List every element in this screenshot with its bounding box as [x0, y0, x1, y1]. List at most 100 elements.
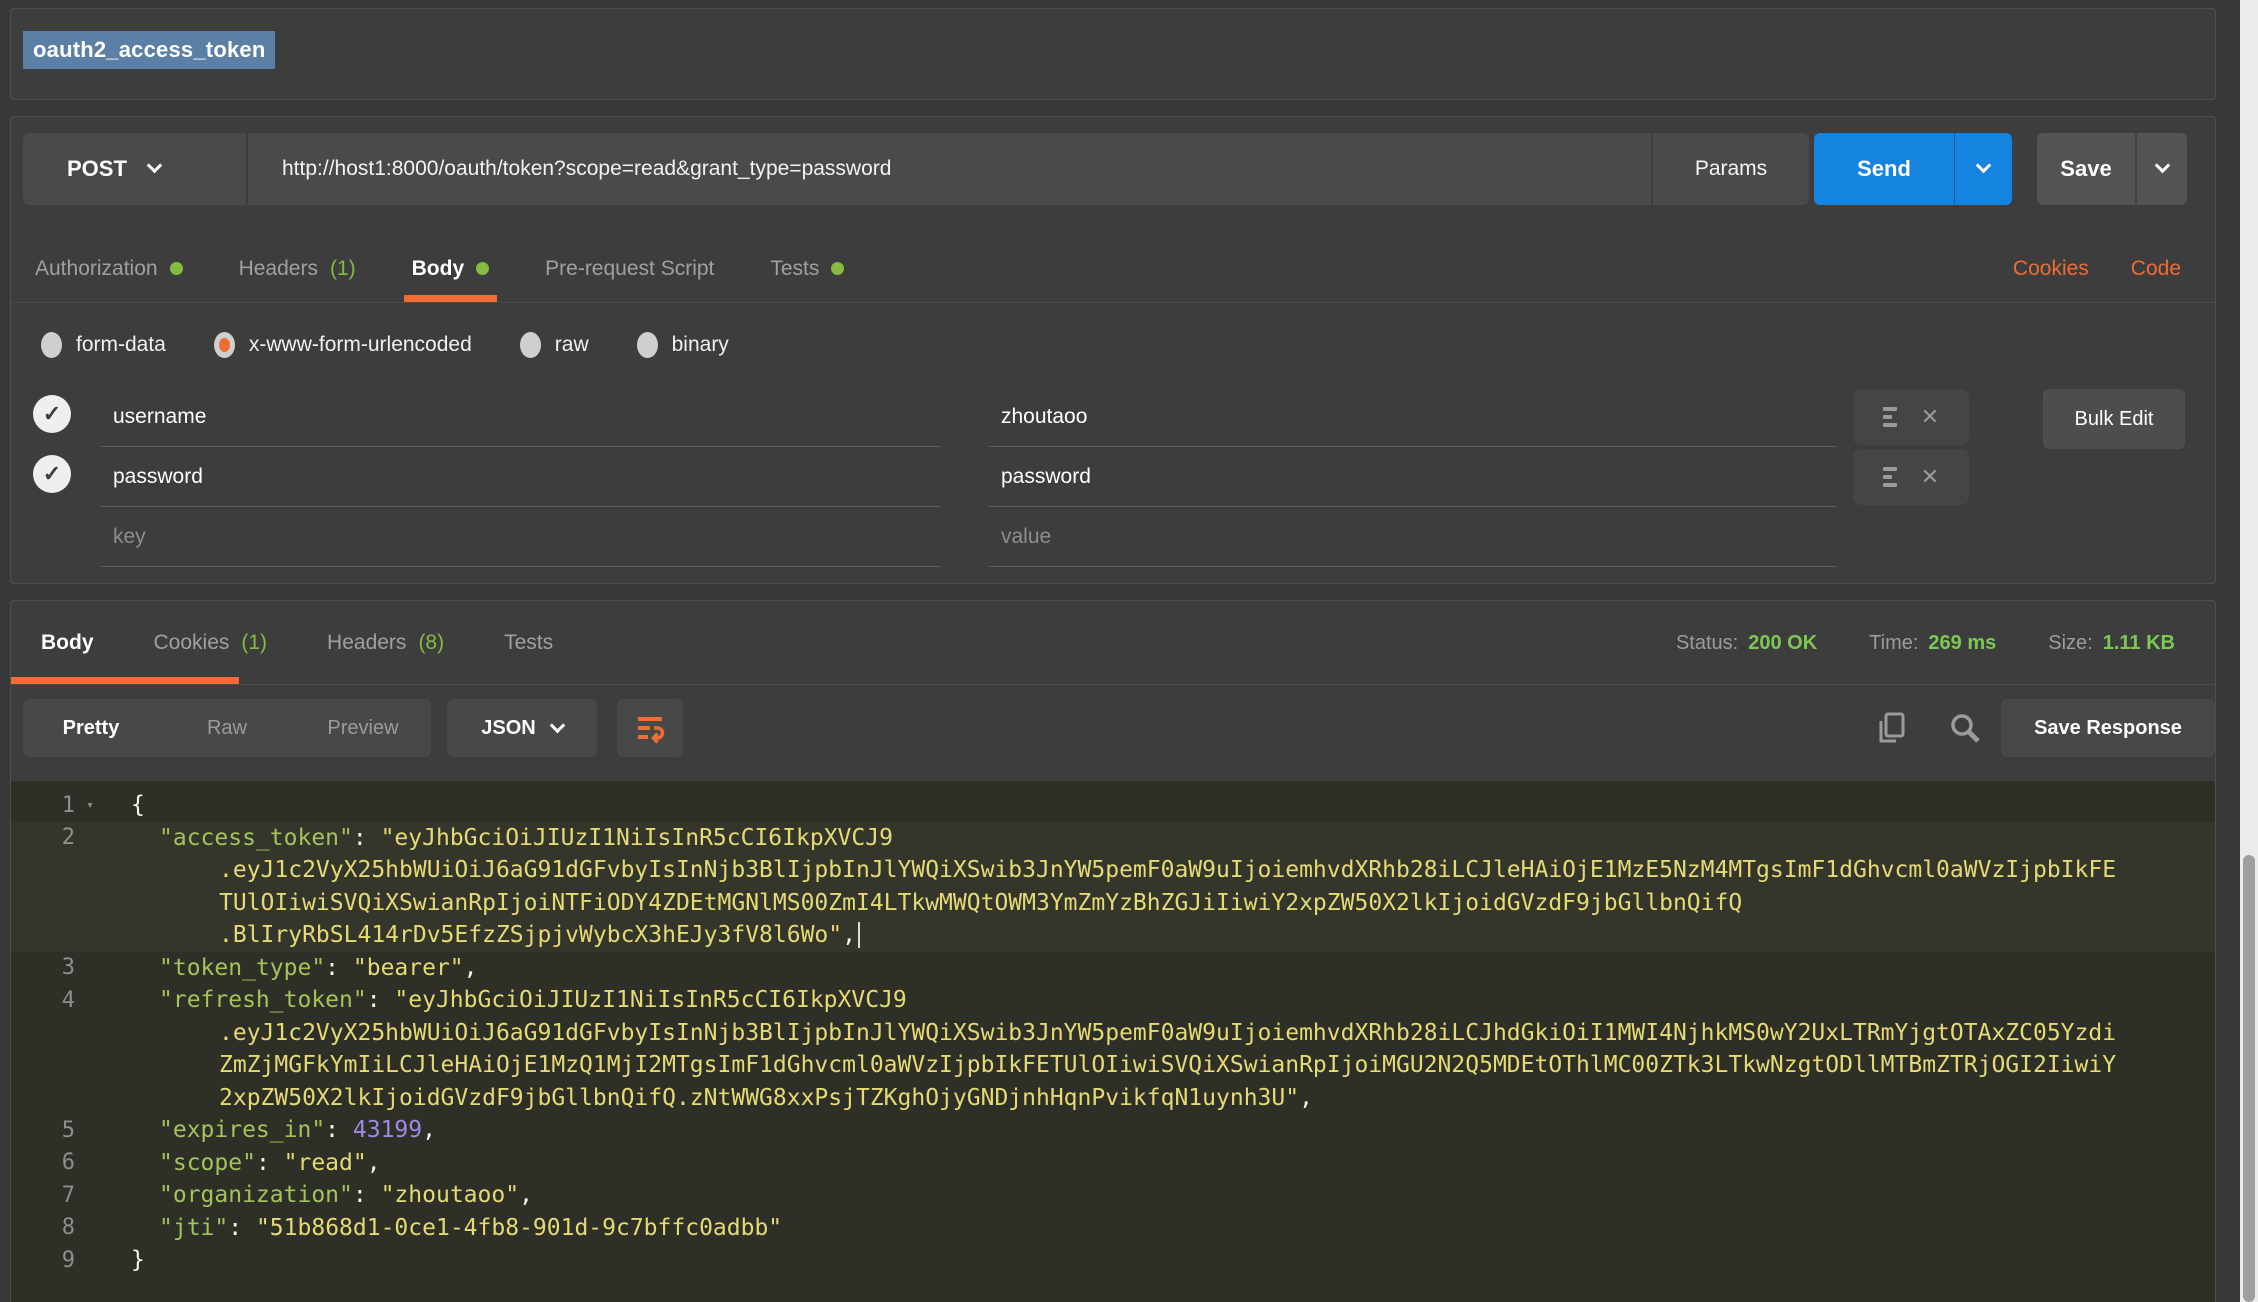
code-line: 3 "token_type": "bearer",: [11, 952, 2215, 985]
code-token: :: [325, 1117, 353, 1143]
view-pretty[interactable]: Pretty: [23, 699, 159, 757]
body-mode-form-data[interactable]: form-data: [41, 332, 166, 358]
kv-value-input[interactable]: value: [989, 507, 1837, 567]
fold-toggle-icon[interactable]: ▾: [75, 798, 105, 813]
wrap-text-icon: [633, 711, 667, 745]
code-token: :: [353, 1182, 381, 1208]
kv-key-input[interactable]: username: [101, 387, 941, 447]
kv-value-input[interactable]: zhoutaoo: [989, 387, 1837, 447]
code-token: ZmZjMGFkYmIiLCJleHAiOjE1MzQ1MjI2MTgsImF1…: [219, 1052, 2116, 1078]
bulk-edit-button[interactable]: Bulk Edit: [2043, 389, 2185, 449]
green-dot-icon: [170, 262, 183, 275]
code-token: "51b868d1-0ce1-4fb8-901d-9c7bffc0adbb": [256, 1215, 782, 1241]
row-enabled-checkbox[interactable]: ✓: [33, 455, 71, 493]
code-token: :: [228, 1215, 256, 1241]
green-dot-icon: [831, 262, 844, 275]
code-token: "access_token": [159, 825, 353, 851]
code-token: :: [353, 825, 381, 851]
code-line: ZmZjMGFkYmIiLCJleHAiOjE1MzQ1MjI2MTgsImF1…: [11, 1049, 2215, 1082]
code-token: "bearer": [353, 955, 464, 981]
code-text: "scope": "read",: [105, 1150, 2215, 1176]
chevron-down-icon: [1976, 158, 1992, 174]
code-token: }: [131, 1247, 145, 1273]
line-number: 3: [11, 955, 75, 980]
radio-selected-icon[interactable]: [214, 332, 235, 358]
line-number: 1: [11, 793, 75, 818]
format-label: JSON: [481, 717, 535, 740]
code-token: "expires_in": [159, 1117, 325, 1143]
code-token: "scope": [159, 1150, 256, 1176]
copy-response-button[interactable]: [1867, 699, 1915, 757]
kv-row: key value: [11, 507, 2215, 567]
tab-count-badge: (1): [330, 257, 356, 281]
tab-label: Cookies: [154, 631, 230, 655]
view-preview[interactable]: Preview: [295, 699, 431, 757]
tab-label: Body: [412, 257, 465, 281]
code-text: .eyJ1c2VyX25hbWUiOiJ6aG91dGFvbyIsInNjb3B…: [105, 857, 2215, 883]
code-token: "token_type": [159, 955, 325, 981]
row-enabled-checkbox[interactable]: ✓: [33, 395, 71, 433]
radio-icon[interactable]: [520, 332, 541, 358]
response-tab-body[interactable]: Body: [41, 601, 94, 684]
code-token: ,: [1299, 1085, 1313, 1111]
chevron-down-icon: [2154, 158, 2170, 174]
line-number: 5: [11, 1118, 75, 1143]
tab-authorization[interactable]: Authorization: [35, 235, 183, 302]
radio-icon[interactable]: [637, 332, 658, 358]
tab-pre-request-script[interactable]: Pre-request Script: [545, 235, 714, 302]
save-options-button[interactable]: [2135, 133, 2187, 205]
request-title-panel: oauth2_access_token: [10, 8, 2216, 100]
body-mode-x-www-form-urlencoded[interactable]: x-www-form-urlencoded: [214, 332, 472, 358]
format-select[interactable]: JSON: [447, 699, 597, 757]
status-label: Time:: [1869, 632, 1918, 655]
window-scrollbar-track[interactable]: [2240, 0, 2258, 1302]
delete-row-icon[interactable]: ✕: [1921, 466, 1939, 488]
code-line: .eyJ1c2VyX25hbWUiOiJ6aG91dGFvbyIsInNjb3B…: [11, 854, 2215, 887]
code-line: .BlIryRbSL414rDv5EfzZSjpjvWybcX3hEJy3fV8…: [11, 919, 2215, 952]
code-token: .BlIryRbSL414rDv5EfzZSjpjvWybcX3hEJy3fV8…: [219, 922, 842, 948]
drag-handle-icon[interactable]: [1883, 407, 1897, 427]
request-tabs: Authorization Headers (1) Body Pre-request S…: [11, 235, 2215, 303]
body-mode-binary[interactable]: binary: [637, 332, 729, 358]
method-select[interactable]: POST: [23, 133, 248, 205]
code-link[interactable]: Code: [2131, 257, 2181, 281]
save-response-button[interactable]: Save Response: [2001, 699, 2215, 757]
kv-key-input[interactable]: password: [101, 447, 941, 507]
send-button[interactable]: Send: [1814, 133, 1954, 205]
view-switcher: PrettyRawPreview: [23, 699, 431, 757]
code-token: ,: [464, 955, 478, 981]
response-tab-tests[interactable]: Tests: [504, 601, 553, 684]
response-tab-cookies[interactable]: Cookies(1): [154, 601, 268, 684]
kv-row: ✓ username zhoutaoo ✕: [11, 387, 2215, 447]
response-tab-headers[interactable]: Headers (8): [327, 601, 444, 684]
view-raw[interactable]: Raw: [159, 699, 295, 757]
radio-icon[interactable]: [41, 332, 62, 358]
tab-label: Headers: [239, 257, 318, 281]
save-button[interactable]: Save: [2037, 133, 2135, 205]
kv-value-input[interactable]: password: [989, 447, 1837, 507]
tab-headers[interactable]: Headers (1): [239, 235, 356, 302]
response-body-viewer[interactable]: 1▾{2"access_token": "eyJhbGciOiJIUzI1NiI…: [11, 781, 2215, 1302]
tab-count-badge: (8): [418, 631, 444, 655]
send-options-button[interactable]: [1954, 133, 2012, 205]
kv-row: ✓ password password ✕: [11, 447, 2215, 507]
body-mode-raw[interactable]: raw: [520, 332, 589, 358]
delete-row-icon[interactable]: ✕: [1921, 406, 1939, 428]
tab-body[interactable]: Body: [412, 235, 490, 302]
code-token: 2xpZW50X2lkIjoidGVzdF9jbGllbnQifQ.zNtWWG…: [219, 1085, 1299, 1111]
search-response-button[interactable]: [1941, 699, 1989, 757]
tab-label: Headers: [327, 631, 406, 655]
window-scrollbar-thumb[interactable]: [2243, 855, 2255, 1302]
params-button[interactable]: Params: [1651, 133, 1809, 205]
tab-tests[interactable]: Tests: [770, 235, 844, 302]
code-text: "token_type": "bearer",: [105, 955, 2215, 981]
kv-key-input[interactable]: key: [101, 507, 941, 567]
code-line: 2"access_token": "eyJhbGciOiJIUzI1NiIsIn…: [11, 822, 2215, 855]
url-input[interactable]: http://host1:8000/oauth/token?scope=read…: [248, 133, 1651, 205]
code-line: 1▾{: [11, 789, 2215, 822]
chevron-down-icon: [549, 718, 565, 734]
request-name-input[interactable]: oauth2_access_token: [23, 31, 275, 69]
cookies-link[interactable]: Cookies: [2013, 257, 2089, 281]
wrap-text-button[interactable]: [617, 699, 683, 757]
drag-handle-icon[interactable]: [1883, 467, 1897, 487]
